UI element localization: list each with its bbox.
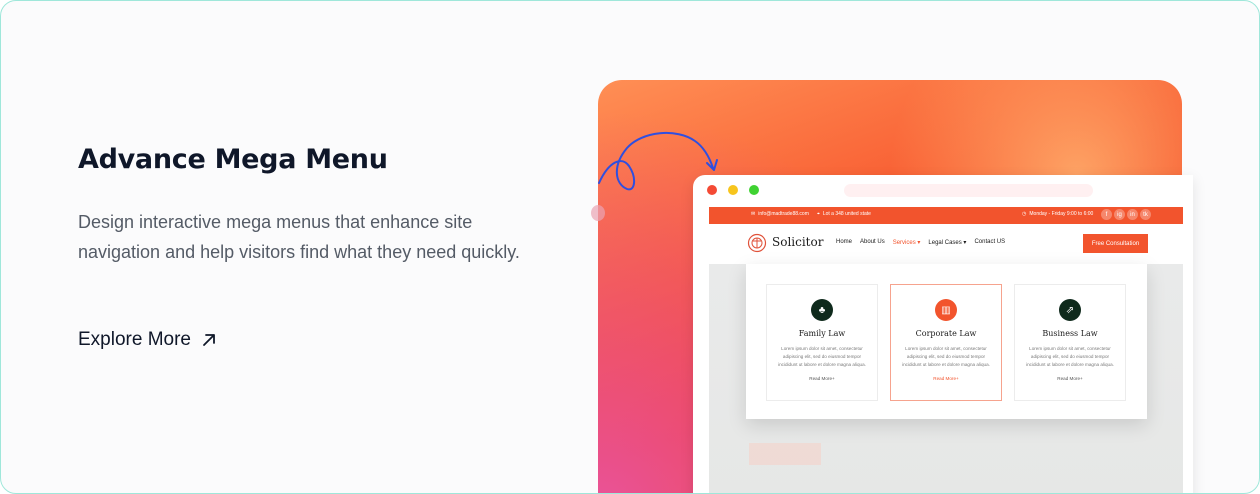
site-nav: Solicitor Home About Us Services ▾ Legal… <box>709 231 1183 259</box>
nav-contact: Contact US <box>974 239 1006 245</box>
explore-more-link[interactable]: Explore More <box>78 329 217 351</box>
window-controls <box>707 185 759 195</box>
explore-more-label: Explore More <box>78 329 191 350</box>
free-consultation-button: Free Consultation <box>1083 234 1148 253</box>
read-more-link: Read More+ <box>1057 376 1083 381</box>
feature-card: Advance Mega Menu Design interactive meg… <box>0 0 1260 494</box>
nav-services: Services ▾ <box>892 240 921 246</box>
corporate-law-icon: ▥ <box>935 299 957 321</box>
nav-legal-cases: Legal Cases ▾ <box>928 240 967 246</box>
mega-menu-panel: ♣ Family Law Lorem ipsum dolor sit amet,… <box>746 264 1147 419</box>
service-title: Business Law <box>1042 329 1098 338</box>
business-law-icon: ⇗ <box>1059 299 1081 321</box>
arrow-up-right-icon <box>203 334 215 346</box>
service-card-family-law: ♣ Family Law Lorem ipsum dolor sit amet,… <box>766 284 878 401</box>
topbar-address: ⌖ Lot a 348 united state <box>817 211 871 217</box>
service-text: Lorem ipsum dolor sit amet, consectetur … <box>1026 346 1114 367</box>
family-law-icon: ♣ <box>811 299 833 321</box>
logo-icon <box>747 233 767 253</box>
brand-name: Solicitor <box>772 235 824 249</box>
minimize-dot <box>728 185 738 195</box>
maximize-dot <box>749 185 759 195</box>
service-title: Family Law <box>798 329 846 338</box>
hero-button-ghost <box>749 443 821 465</box>
browser-mockup: ✉ info@madtrade88.com ⌖ Lot a 348 united… <box>693 175 1193 493</box>
site-topbar: ✉ info@madtrade88.com ⌖ Lot a 348 united… <box>709 207 1183 224</box>
feature-title: Advance Mega Menu <box>78 144 388 175</box>
close-dot <box>707 185 717 195</box>
feature-copy: Advance Mega Menu Design interactive meg… <box>78 143 538 267</box>
service-title: Corporate Law <box>915 329 977 338</box>
nav-links: Home About Us Services ▾ Legal Cases ▾ C… <box>836 239 1005 246</box>
service-text: Lorem ipsum dolor sit amet, consectetur … <box>902 346 990 367</box>
nav-about: About Us <box>860 239 885 245</box>
service-text: Lorem ipsum dolor sit amet, consectetur … <box>778 346 866 367</box>
linkedin-icon: in <box>1127 209 1138 220</box>
instagram-icon: ig <box>1114 209 1125 220</box>
url-bar <box>844 184 1093 197</box>
read-more-link: Read More+ <box>809 376 835 381</box>
feature-description: Design interactive mega menus that enhan… <box>78 212 520 262</box>
service-card-business-law: ⇗ Business Law Lorem ipsum dolor sit ame… <box>1014 284 1126 401</box>
tiktok-icon: tk <box>1140 209 1151 220</box>
facebook-icon: f <box>1101 209 1112 220</box>
service-card-corporate-law: ▥ Corporate Law Lorem ipsum dolor sit am… <box>890 284 1002 401</box>
topbar-email: ✉ info@madtrade88.com <box>751 211 809 217</box>
topbar-hours: ◷ Monday - Friday 9:00 to 6:00 <box>1022 211 1094 217</box>
nav-home: Home <box>836 239 853 245</box>
read-more-link: Read More+ <box>933 376 959 381</box>
